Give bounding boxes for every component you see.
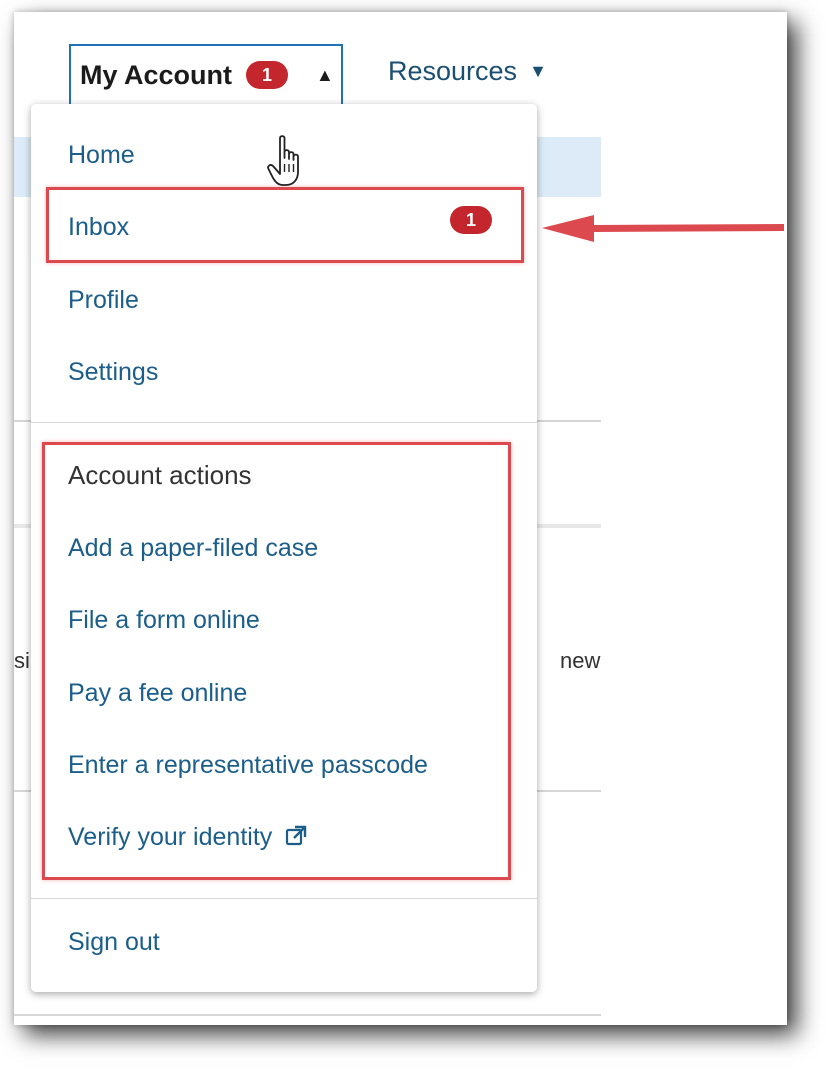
notification-badge: 1 [246,61,289,89]
menu-item-settings[interactable]: Settings [68,358,158,387]
resources-label: Resources [388,56,518,86]
menu-item-home[interactable]: Home [68,141,135,170]
my-account-label: My Account [80,59,233,90]
background-text: new [560,648,601,673]
my-account-nav-button[interactable]: My Account 1 ▲ [69,44,343,104]
background-text: si [14,648,30,673]
screenshot-frame: si new My Account 1 ▲ Resources ▼ Home I… [14,12,787,1025]
account-actions-highlight-box [42,442,511,880]
menu-item-sign-out[interactable]: Sign out [68,928,160,957]
caret-down-icon: ▼ [529,61,547,81]
inbox-highlight-box [46,187,524,263]
caret-up-icon: ▲ [316,64,334,85]
menu-divider [31,422,537,423]
red-pointer-arrow-icon [542,215,784,242]
resources-nav-button[interactable]: Resources ▼ [388,56,547,87]
menu-divider [31,898,537,899]
hand-cursor-icon [267,135,299,186]
menu-item-profile[interactable]: Profile [68,286,139,315]
background-divider [14,1014,601,1016]
